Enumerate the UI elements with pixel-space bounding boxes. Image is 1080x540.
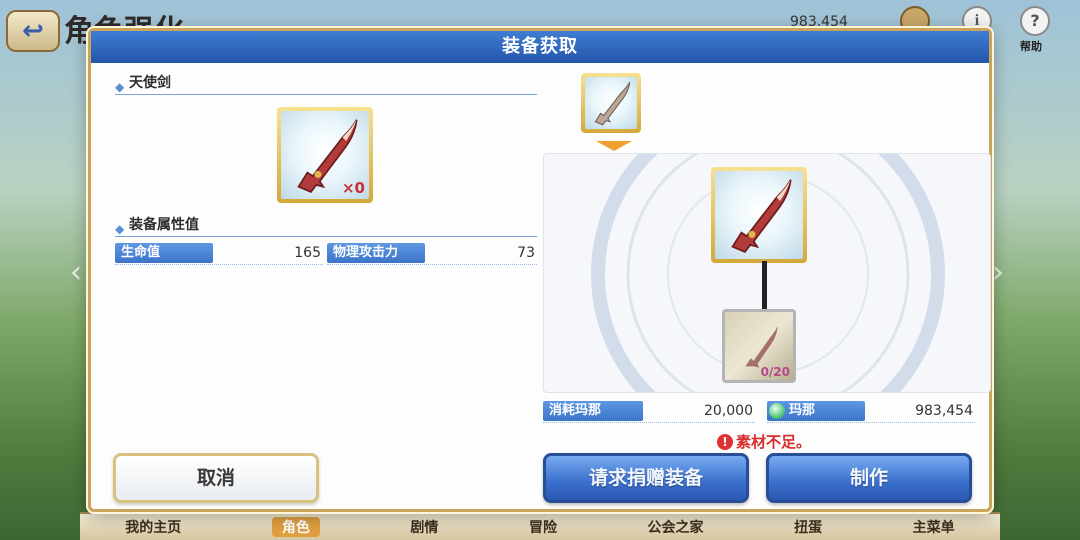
cancel-button[interactable]: 取消 <box>113 453 319 503</box>
nav-item-menu[interactable]: 主菜单 <box>913 517 955 537</box>
diamond-icon: ◆ <box>115 80 125 94</box>
nav-item-quest[interactable]: 冒险 <box>529 517 557 537</box>
cost-label: 消耗玛那 <box>543 401 643 421</box>
target-item-thumb[interactable] <box>581 73 641 133</box>
sword-icon <box>594 81 631 126</box>
warning-message: ! 素材不足。 <box>717 431 811 452</box>
back-button[interactable]: ↩ <box>6 10 60 52</box>
recipe-result-item[interactable] <box>711 167 807 263</box>
bottom-nav: 我的主页 角色 剧情 冒险 公会之家 扭蛋 主菜单 <box>80 512 1000 540</box>
nav-item-story[interactable]: 剧情 <box>410 517 438 537</box>
equipment-acquire-dialog: 装备获取 ◆ 天使剑 ×0 ◆ 装备属性值 生命值 165 物理攻击力 73 0… <box>88 28 992 512</box>
next-arrow-icon[interactable]: › <box>992 255 1016 290</box>
sword-icon <box>731 179 792 254</box>
material-count: 0/20 <box>760 365 790 379</box>
cost-value: 20,000 <box>704 403 753 419</box>
dialog-title: 装备获取 <box>91 31 989 63</box>
item-name-heading: ◆ 天使剑 <box>115 73 537 95</box>
nav-item-guild[interactable]: 公会之家 <box>648 517 704 537</box>
craft-button[interactable]: 制作 <box>766 453 972 503</box>
warning-text: 素材不足。 <box>736 433 812 451</box>
nav-item-gacha[interactable]: 扭蛋 <box>794 517 822 537</box>
item-slot[interactable]: ×0 <box>277 107 373 203</box>
material-slot[interactable]: 0/20 <box>722 309 796 383</box>
recipe-connector <box>762 261 767 313</box>
stat-row-hp: 生命值 165 <box>115 243 323 265</box>
back-icon: ↩ <box>22 16 44 46</box>
nav-item-home[interactable]: 我的主页 <box>125 517 181 537</box>
mana-balance-row: 玛那 983,454 <box>767 401 975 423</box>
stat-label: 生命值 <box>115 243 213 263</box>
item-quantity: ×0 <box>341 179 365 197</box>
mana-value: 983,454 <box>915 403 973 419</box>
stats-heading: ◆ 装备属性值 <box>115 215 537 237</box>
stat-label: 物理攻击力 <box>327 243 425 263</box>
stat-value: 73 <box>517 245 535 261</box>
stat-value: 165 <box>294 245 321 261</box>
item-name: 天使剑 <box>129 75 171 91</box>
stat-row-patk: 物理攻击力 73 <box>327 243 537 265</box>
help-label: 帮助 <box>1020 40 1042 53</box>
selection-arrow-icon <box>596 141 632 151</box>
warning-icon: ! <box>717 433 733 450</box>
help-icon[interactable]: ? <box>1020 6 1050 36</box>
request-donation-button[interactable]: 请求捐赠装备 <box>543 453 749 503</box>
diamond-icon: ◆ <box>115 222 125 236</box>
nav-item-character[interactable]: 角色 <box>271 517 320 537</box>
gem-icon <box>769 403 785 419</box>
mana-cost-row: 消耗玛那 20,000 <box>543 401 755 423</box>
